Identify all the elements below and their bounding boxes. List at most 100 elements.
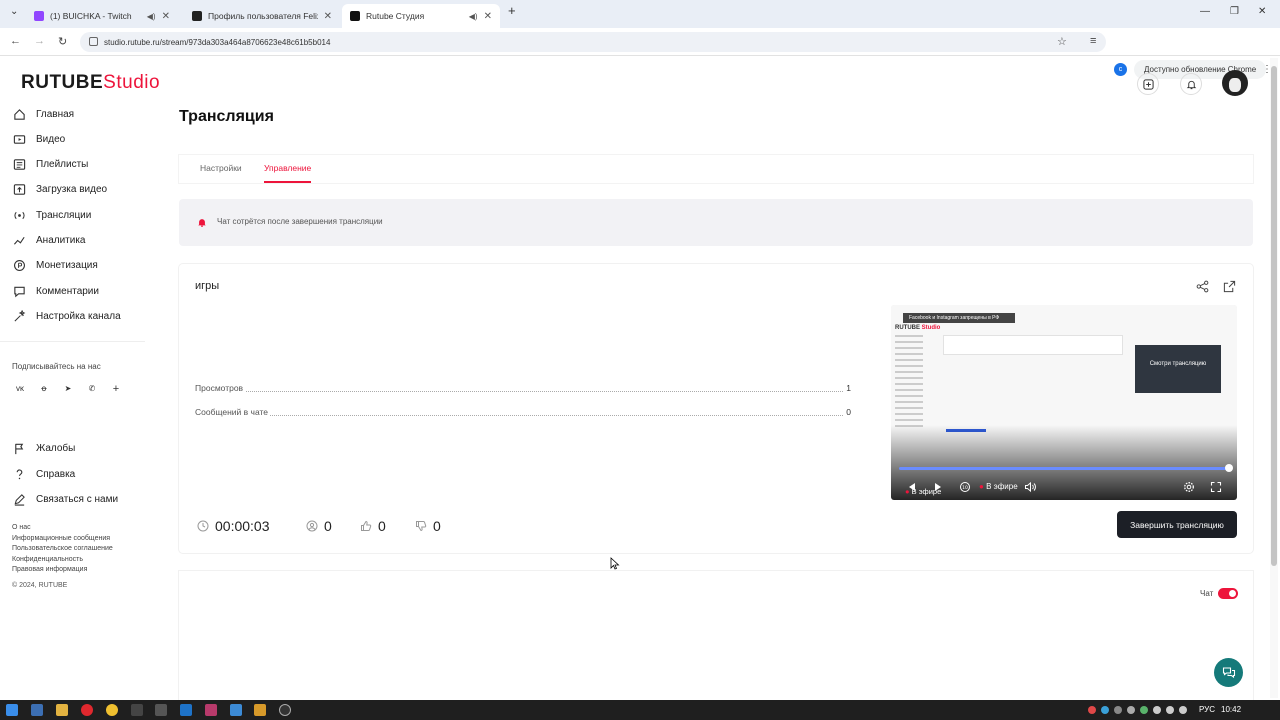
speaker-icon[interactable]: ◀)	[147, 12, 156, 21]
sidebar-item-video[interactable]: Видео	[12, 129, 65, 149]
telegram-icon[interactable]: ➤	[61, 382, 75, 396]
address-bar[interactable]: studio.rutube.ru/stream/973da303a464a870…	[80, 32, 1106, 52]
obs-icon[interactable]	[279, 704, 291, 716]
steam-icon[interactable]	[230, 704, 242, 716]
sidebar-item-contact[interactable]: Связаться с нами	[12, 489, 118, 509]
vk-icon[interactable]: ᴠᴋ	[13, 382, 27, 396]
forward-icon[interactable]: →	[34, 35, 45, 47]
footer-link-about[interactable]: О нас	[12, 524, 31, 531]
tab-settings[interactable]: Настройки	[200, 163, 242, 173]
rutube-studio-logo[interactable]: RUTUBEStudio	[21, 72, 160, 94]
start-menu-icon[interactable]	[6, 704, 18, 716]
sidebar-item-broadcasts[interactable]: Трансляции	[12, 205, 91, 225]
settings-app-icon[interactable]	[155, 704, 167, 716]
fullscreen-icon[interactable]	[1210, 481, 1222, 493]
sidebar-item-analytics[interactable]: Аналитика	[12, 230, 86, 250]
network-icon[interactable]	[1166, 706, 1174, 714]
chat-panel	[179, 571, 1253, 711]
sidebar-item-upload[interactable]: Загрузка видео	[12, 179, 107, 199]
upload-icon	[12, 182, 26, 196]
browser-tab-twitch[interactable]: (1) BUICHKA - Twitch ◀) ✕	[26, 4, 178, 28]
plus-square-icon	[1142, 78, 1154, 90]
sidebar-item-complaints[interactable]: Жалобы	[12, 438, 75, 458]
tab-management[interactable]: Управление	[264, 163, 311, 173]
new-tab-button[interactable]: +	[508, 3, 516, 18]
speaker-icon[interactable]: ◀)	[469, 12, 478, 21]
viber-icon[interactable]: ✆	[85, 382, 99, 396]
browser-tab-rutube-studio[interactable]: Rutube Студия ◀) ✕	[342, 4, 500, 28]
tray-icon-5[interactable]	[1140, 706, 1148, 714]
tray-icon-2[interactable]	[1101, 706, 1109, 714]
footer-link-legal[interactable]: Правовая информация	[12, 566, 87, 573]
chrome-icon[interactable]	[106, 704, 118, 716]
player-progress-knob[interactable]	[1225, 464, 1233, 472]
skip-forward-icon[interactable]	[933, 481, 945, 493]
sidebar-item-label: Загрузка видео	[36, 183, 108, 195]
share-icon[interactable]	[1196, 280, 1209, 293]
page-scrollbar[interactable]	[1270, 58, 1278, 698]
footer-link-agreement[interactable]: Пользовательское соглашение	[12, 545, 113, 552]
chat-toggle-switch[interactable]	[1218, 588, 1238, 599]
bell-icon	[1186, 80, 1196, 89]
reload-icon[interactable]: ↻	[58, 35, 67, 48]
player-progress-track[interactable]	[899, 467, 1229, 470]
sidebar-item-home[interactable]: Главная	[12, 104, 74, 124]
sidebar-item-label: Жалобы	[36, 442, 76, 454]
media-controls-icon[interactable]: ≡	[1090, 35, 1096, 47]
tab-search-icon[interactable]: ⌄	[10, 6, 18, 17]
scrollbar-thumb[interactable]	[1271, 66, 1277, 566]
facebook-icon[interactable]	[180, 704, 192, 716]
sidebar-item-monetization[interactable]: Монетизация	[12, 255, 98, 275]
app-grid-icon[interactable]	[131, 704, 143, 716]
sidebar-item-channel-settings[interactable]: Настройка канала	[12, 306, 121, 326]
window-close-button[interactable]: ✕	[1258, 6, 1266, 17]
end-stream-button[interactable]: Завершить трансляцию	[1117, 511, 1237, 538]
notifications-button[interactable]	[1180, 73, 1202, 95]
sidebar-item-help[interactable]: Справка	[12, 464, 75, 484]
stat-label: Просмотров	[195, 383, 246, 393]
tray-icon-4[interactable]	[1127, 706, 1135, 714]
calculator-icon[interactable]	[31, 704, 43, 716]
user-avatar[interactable]	[1222, 70, 1248, 96]
taskbar-clock[interactable]: 10:42	[1221, 705, 1241, 714]
tray-icon-1[interactable]	[1088, 706, 1096, 714]
os-taskbar: РУС 10:42	[0, 700, 1280, 720]
player-settings-icon[interactable]	[1183, 481, 1195, 493]
duration-value: 00:00:03	[215, 518, 270, 534]
footer-link-privacy[interactable]: Конфиденциальность	[12, 556, 83, 563]
stream-preview-player[interactable]: Facebook и Instagram запрещены в РФ RUTU…	[891, 305, 1237, 500]
close-tab-icon[interactable]: ✕	[484, 11, 492, 22]
file-explorer-icon[interactable]	[56, 704, 68, 716]
microphone-icon[interactable]	[1153, 706, 1161, 714]
opera-icon[interactable]	[81, 704, 93, 716]
restore-button[interactable]: ❐	[1230, 6, 1239, 17]
support-chat-button[interactable]	[1214, 658, 1243, 687]
bookmark-star-icon[interactable]: ☆	[1057, 35, 1067, 48]
close-tab-icon[interactable]: ✕	[324, 11, 332, 22]
sidebar-item-playlists[interactable]: Плейлисты	[12, 154, 88, 174]
create-button[interactable]	[1137, 73, 1159, 95]
profile-avatar-icon[interactable]: c	[1114, 63, 1127, 76]
viewer-icon	[305, 520, 318, 533]
replay-10-icon[interactable]: 10	[959, 481, 971, 493]
browser-tab-profile[interactable]: Профиль пользователя Felix ✕	[184, 4, 340, 28]
volume-icon[interactable]	[1024, 481, 1036, 493]
media-app-icon[interactable]	[205, 704, 217, 716]
stat-label: Сообщений в чате	[195, 407, 271, 417]
site-info-icon[interactable]	[89, 37, 98, 46]
close-tab-icon[interactable]: ✕	[162, 11, 170, 22]
more-socials-icon[interactable]: +	[109, 382, 123, 396]
minimize-button[interactable]: —	[1200, 6, 1210, 17]
back-icon[interactable]: ←	[10, 35, 21, 47]
sidebar-item-comments[interactable]: Комментарии	[12, 281, 99, 301]
tray-icon-3[interactable]	[1114, 706, 1122, 714]
thumbs-up-icon	[359, 520, 372, 533]
ok-icon[interactable]: ꝋ	[37, 382, 51, 396]
open-external-icon[interactable]	[1223, 280, 1236, 293]
volume-tray-icon[interactable]	[1179, 706, 1187, 714]
game-launcher-icon[interactable]	[254, 704, 266, 716]
sidebar-item-label: Настройка канала	[36, 310, 121, 322]
footer-link-info[interactable]: Информационные сообщения	[12, 535, 110, 542]
language-indicator[interactable]: РУС	[1199, 705, 1215, 714]
live-dot-icon: ●	[979, 482, 984, 491]
